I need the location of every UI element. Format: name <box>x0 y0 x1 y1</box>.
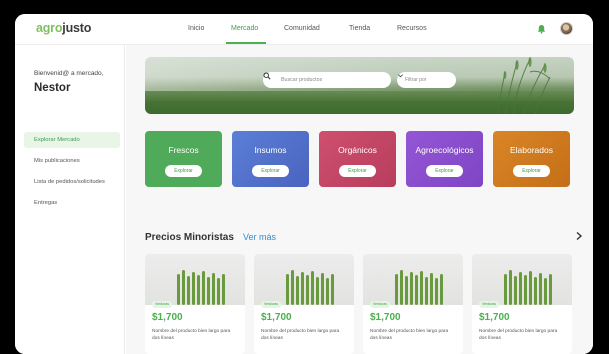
app-window: agrojusto Inicio Mercado Comunidad Tiend… <box>15 14 593 354</box>
category-card-elaborados[interactable]: Elaborados Explorar <box>493 131 570 187</box>
chevron-right-icon[interactable] <box>575 231 583 241</box>
nav-active-indicator <box>226 42 266 44</box>
category-title: Agroecológicos <box>415 145 474 155</box>
product-description: Nombre del producto bien largo para dos … <box>261 329 340 341</box>
explore-button[interactable]: Explorar <box>339 165 376 177</box>
product-description: Nombre del producto bien largo para dos … <box>479 329 558 341</box>
nav-tienda[interactable]: Tienda <box>349 25 370 32</box>
category-card-insumos[interactable]: Insumos Explorar <box>232 131 309 187</box>
bell-icon[interactable] <box>537 24 546 34</box>
avatar[interactable] <box>560 22 573 35</box>
product-description: Nombre del producto bien largo para dos … <box>152 329 231 341</box>
nav-mercado[interactable]: Mercado <box>231 25 258 32</box>
sidebar-item-mis-publicaciones[interactable]: Mis publicaciones <box>24 153 120 169</box>
category-card-frescos[interactable]: Frescos Explorar <box>145 131 222 187</box>
category-card-agroecologicos[interactable]: Agroecológicos Explorar <box>406 131 483 187</box>
asparagus-image <box>177 270 225 305</box>
category-title: Insumos <box>254 145 287 155</box>
category-title: Orgánicos <box>338 145 377 155</box>
category-title: Frescos <box>168 145 199 155</box>
user-name: Nestor <box>34 82 71 94</box>
asparagus-image <box>395 270 443 305</box>
category-title: Elaborados <box>509 145 553 155</box>
search-input[interactable]: Buscar productos <box>263 72 391 88</box>
filter-label: Filtrar por <box>405 77 427 83</box>
product-price: $1,700 <box>152 312 183 323</box>
category-tag: Verduras <box>370 301 391 308</box>
nav-comunidad[interactable]: Comunidad <box>284 25 320 32</box>
product-image <box>363 254 463 305</box>
chevron-down-icon <box>398 74 403 78</box>
section-title: Precios Minoristas <box>145 232 234 243</box>
top-header: agrojusto Inicio Mercado Comunidad Tiend… <box>15 14 593 45</box>
sidebar-item-lista-pedidos[interactable]: Lista de pedidos/solicitudes <box>24 174 120 190</box>
app-logo[interactable]: agrojusto <box>36 21 91 35</box>
main-content: Buscar productos Filtrar por Frescos Exp… <box>126 45 593 354</box>
product-price: $1,700 <box>370 312 401 323</box>
search-placeholder: Buscar productos <box>281 77 323 83</box>
logo-part-agro: agro <box>36 21 63 35</box>
product-card[interactable]: Verduras $1,700 Nombre del producto bien… <box>145 254 245 354</box>
sidebar: Bienvenid@ a mercado, Nestor Explorar Me… <box>15 45 125 354</box>
filter-dropdown[interactable]: Filtrar por <box>397 72 456 88</box>
hero-banner: Buscar productos Filtrar por <box>145 57 574 114</box>
product-card[interactable]: Verduras $1,700 Nombre del producto bien… <box>472 254 572 354</box>
product-image <box>145 254 245 305</box>
category-tag: Verduras <box>479 301 500 308</box>
product-price: $1,700 <box>479 312 510 323</box>
product-price: $1,700 <box>261 312 292 323</box>
explore-button[interactable]: Explorar <box>426 165 463 177</box>
category-tag: Verduras <box>261 301 282 308</box>
category-tag: Verduras <box>152 301 173 308</box>
search-icon <box>263 72 271 80</box>
nav-inicio[interactable]: Inicio <box>188 25 204 32</box>
explore-button[interactable]: Explorar <box>165 165 202 177</box>
asparagus-image <box>286 270 334 305</box>
sidebar-item-explorar-mercado[interactable]: Explorar Mercado <box>24 132 120 148</box>
product-image <box>254 254 354 305</box>
category-card-organicos[interactable]: Orgánicos Explorar <box>319 131 396 187</box>
product-description: Nombre del producto bien largo para dos … <box>370 329 449 341</box>
asparagus-image <box>504 270 552 305</box>
explore-button[interactable]: Explorar <box>513 165 550 177</box>
product-card[interactable]: Verduras $1,700 Nombre del producto bien… <box>363 254 463 354</box>
logo-part-justo: justo <box>62 21 92 35</box>
nav-recursos[interactable]: Recursos <box>397 25 427 32</box>
see-more-link[interactable]: Ver más <box>243 232 276 242</box>
product-card[interactable]: Verduras $1,700 Nombre del producto bien… <box>254 254 354 354</box>
sidebar-item-entregas[interactable]: Entregas <box>24 195 120 211</box>
welcome-text: Bienvenid@ a mercado, <box>34 70 104 77</box>
explore-button[interactable]: Explorar <box>252 165 289 177</box>
product-image <box>472 254 572 305</box>
